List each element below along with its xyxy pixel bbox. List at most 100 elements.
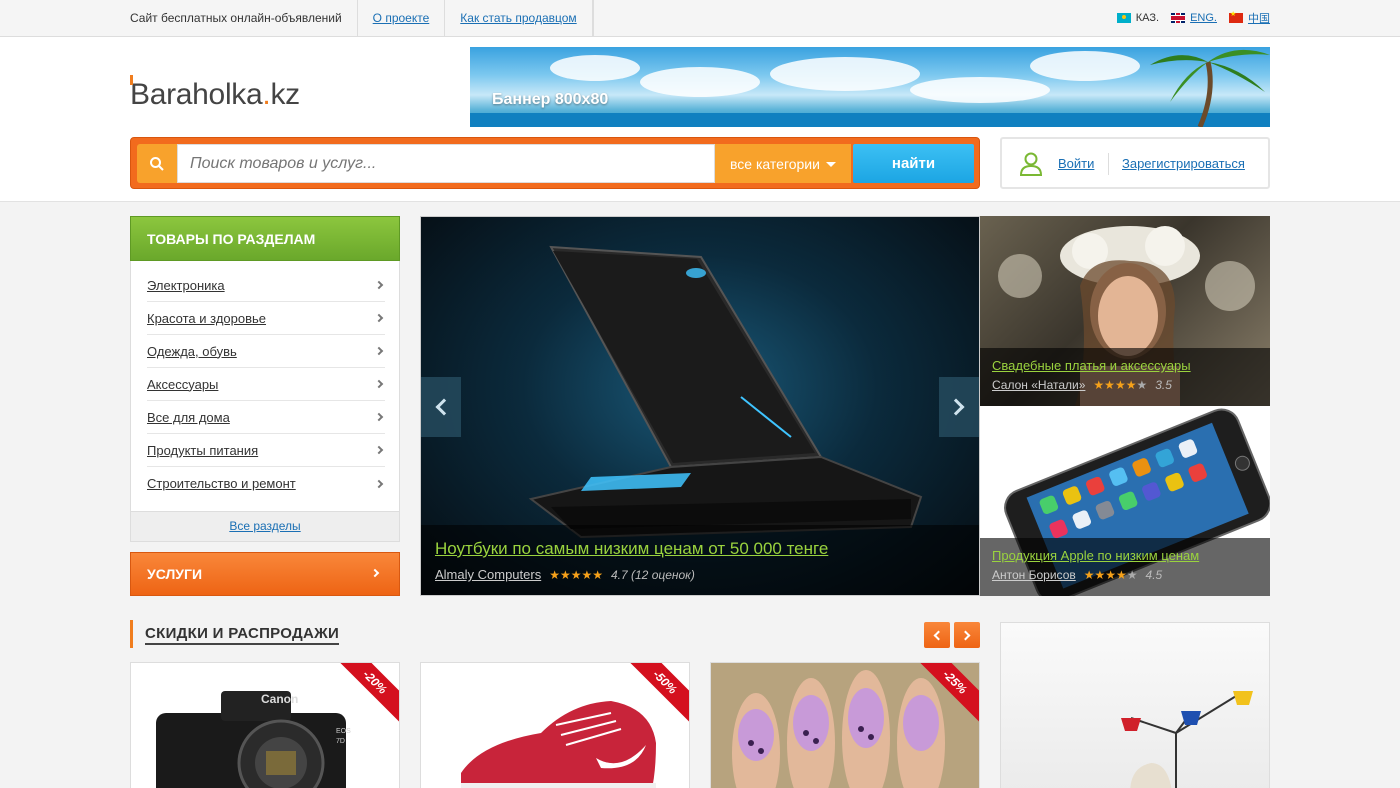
category-item-home[interactable]: Все для дома bbox=[147, 401, 385, 434]
category-label: Красота и здоровье bbox=[147, 310, 267, 326]
discount-card-camera[interactable]: Canon EOS 7D -20% bbox=[130, 662, 400, 788]
category-panel: ТОВАРЫ ПО РАЗДЕЛАМ Электроника Красота и… bbox=[130, 216, 400, 542]
svg-text:7D: 7D bbox=[336, 738, 345, 745]
chevron-right-icon bbox=[370, 568, 380, 578]
category-item-clothing[interactable]: Одежда, обувь bbox=[147, 335, 385, 368]
search-icon-button[interactable] bbox=[137, 144, 177, 183]
category-item-food[interactable]: Продукты питания bbox=[147, 434, 385, 467]
user-icon bbox=[1020, 152, 1042, 176]
top-links-divider bbox=[592, 0, 594, 36]
lang-kz[interactable]: КАЗ. bbox=[1116, 12, 1160, 24]
slider-seller-link[interactable]: Almaly Computers bbox=[435, 567, 541, 582]
site-logo[interactable]: Baraholka.kz bbox=[130, 75, 300, 112]
logo-tld: kz bbox=[270, 78, 300, 111]
lang-kz-label: КАЗ. bbox=[1135, 12, 1160, 24]
register-link[interactable]: Зарегистрироваться bbox=[1122, 156, 1245, 171]
category-item-beauty[interactable]: Красота и здоровье bbox=[147, 302, 385, 335]
category-dropdown-label: все категории bbox=[730, 155, 820, 172]
svg-text:EOS: EOS bbox=[336, 728, 351, 735]
site-tagline: Сайт бесплатных онлайн-объявлений bbox=[130, 0, 358, 36]
category-label: Строительство и ремонт bbox=[147, 476, 296, 491]
promo-seller-link[interactable]: Антон Борисов bbox=[992, 568, 1076, 582]
chevron-right-icon bbox=[374, 412, 384, 422]
language-switcher: КАЗ. ENG. 中国 bbox=[1116, 0, 1270, 36]
lang-en-label: ENG. bbox=[1190, 12, 1217, 24]
rating-stars: ★★★★★ bbox=[549, 567, 603, 582]
slider-meta: Almaly Computers ★★★★★ 4.7 (12 оценок) bbox=[435, 567, 695, 582]
lang-en[interactable]: ENG. bbox=[1171, 12, 1217, 24]
promo-meta: Салон «Натали» ★★★★★ 3.5 bbox=[992, 378, 1172, 392]
rating-stars: ★★★★★ bbox=[1093, 378, 1148, 392]
logo-text: Baraholka bbox=[130, 78, 263, 111]
promo-caption: Продукция Apple по низким ценам Антон Бо… bbox=[980, 538, 1270, 596]
promo-seller-link[interactable]: Салон «Натали» bbox=[992, 378, 1085, 392]
category-dropdown[interactable]: все категории bbox=[715, 144, 851, 183]
hero-slider[interactable]: Ноутбуки по самым низким ценам от 50 000… bbox=[420, 216, 980, 596]
search-icon bbox=[150, 156, 164, 171]
slider-rating: 4.7 (12 оценок) bbox=[611, 567, 695, 582]
services-label: УСЛУГИ bbox=[147, 566, 203, 582]
slider-caption: Ноутбуки по самым низким ценам от 50 000… bbox=[421, 525, 979, 595]
banner-cloud bbox=[550, 55, 640, 81]
rating-stars: ★★★★★ bbox=[1083, 568, 1138, 582]
login-link[interactable]: Войти bbox=[1058, 156, 1094, 171]
banner-cloud bbox=[770, 57, 920, 91]
ad-banner[interactable]: Баннер 800x80 bbox=[470, 47, 1270, 127]
search-submit-button[interactable]: найти bbox=[853, 144, 974, 183]
chevron-right-icon bbox=[374, 280, 384, 290]
top-links: Сайт бесплатных онлайн-объявлений О прое… bbox=[130, 0, 594, 36]
promo-card-apple[interactable]: Продукция Apple по низким ценам Антон Бо… bbox=[980, 406, 1270, 596]
services-button[interactable]: УСЛУГИ bbox=[130, 552, 400, 596]
discount-card-nails[interactable]: -25% bbox=[710, 662, 980, 788]
category-item-construction[interactable]: Строительство и ремонт bbox=[147, 467, 385, 500]
discount-card-sneaker[interactable]: -50% bbox=[420, 662, 690, 788]
chevron-down-icon bbox=[825, 162, 836, 167]
discounts-prev-button[interactable] bbox=[924, 622, 950, 648]
slider-title-link[interactable]: Ноутбуки по самым низким ценам от 50 000… bbox=[435, 539, 828, 559]
laptop-image bbox=[528, 245, 923, 539]
top-bar: Сайт бесплатных онлайн-объявлений О прое… bbox=[0, 0, 1400, 37]
lang-cn[interactable]: 中国 bbox=[1229, 10, 1270, 26]
category-label: Все для дома bbox=[147, 409, 230, 425]
chevron-right-icon bbox=[374, 479, 384, 488]
category-item-accessories[interactable]: Аксессуары bbox=[147, 368, 385, 401]
category-label: Аксессуары bbox=[147, 376, 219, 392]
banner-cloud bbox=[640, 67, 760, 97]
promo-rating: 3.5 bbox=[1155, 378, 1172, 392]
category-list: Электроника Красота и здоровье Одежда, о… bbox=[147, 269, 385, 500]
category-label: Одежда, обувь bbox=[147, 343, 237, 359]
chevron-right-icon bbox=[960, 630, 971, 640]
auth-divider bbox=[1108, 153, 1109, 175]
logo-accent bbox=[130, 75, 133, 85]
category-label: Продукты питания bbox=[147, 442, 259, 458]
discounts-title: СКИДКИ И РАСПРОДАЖИ bbox=[130, 620, 340, 648]
chevron-right-icon bbox=[374, 379, 384, 389]
category-item-electronics[interactable]: Электроника bbox=[147, 269, 385, 302]
lamp-ad-card[interactable] bbox=[1000, 622, 1270, 788]
chevron-right-icon bbox=[947, 398, 965, 416]
search-bar: все категории найти bbox=[130, 137, 980, 189]
cn-flag-icon bbox=[1229, 10, 1243, 23]
svg-text:Canon: Canon bbox=[261, 692, 298, 706]
search-input[interactable] bbox=[177, 144, 715, 183]
lamp-image bbox=[1121, 691, 1253, 788]
palm-tree-icon bbox=[1150, 49, 1270, 127]
lang-cn-label: 中国 bbox=[1248, 13, 1270, 25]
category-panel-title: ТОВАРЫ ПО РАЗДЕЛАМ bbox=[130, 216, 400, 261]
become-seller-link[interactable]: Как стать продавцом bbox=[445, 0, 593, 36]
banner-text: Баннер 800x80 bbox=[492, 91, 609, 108]
chevron-left-icon bbox=[933, 630, 944, 640]
slider-prev-button[interactable] bbox=[421, 377, 461, 437]
promo-title-link[interactable]: Продукция Apple по низким ценам bbox=[992, 548, 1199, 563]
slider-next-button[interactable] bbox=[939, 377, 979, 437]
promo-card-wedding[interactable]: Свадебные платья и аксессуары Салон «Нат… bbox=[980, 216, 1270, 406]
auth-box: Войти Зарегистрироваться bbox=[1000, 137, 1270, 189]
promo-caption: Свадебные платья и аксессуары Салон «Нат… bbox=[980, 348, 1270, 406]
about-link[interactable]: О проекте bbox=[358, 0, 446, 36]
header: Baraholka.kz Баннер 800x80 все категории bbox=[0, 37, 1400, 202]
promo-title-link[interactable]: Свадебные платья и аксессуары bbox=[992, 358, 1191, 373]
chevron-right-icon bbox=[374, 313, 384, 323]
discounts-next-button[interactable] bbox=[954, 622, 980, 648]
chevron-left-icon bbox=[435, 398, 453, 416]
all-categories-link[interactable]: Все разделы bbox=[131, 511, 399, 541]
